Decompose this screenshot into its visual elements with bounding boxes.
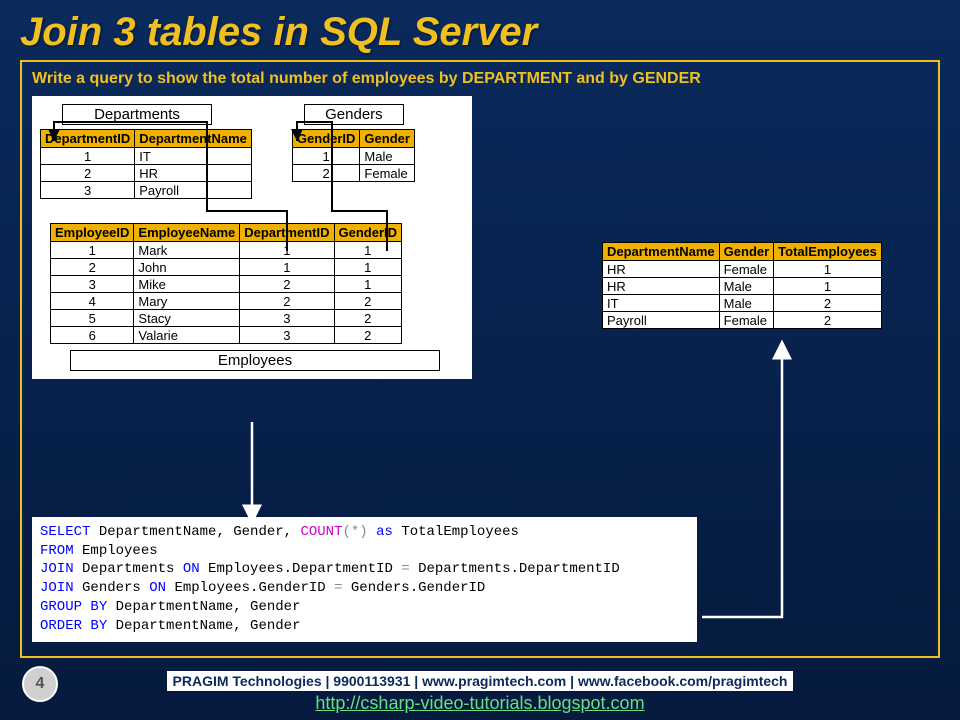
col-header: DepartmentName — [603, 243, 720, 261]
col-header: EmployeeName — [134, 224, 240, 242]
table-row: 3Mike21 — [51, 276, 402, 293]
departments-label: Departments — [62, 104, 212, 125]
col-header: GenderID — [334, 224, 402, 242]
table-row: 3Payroll — [41, 182, 252, 199]
page-title: Join 3 tables in SQL Server — [0, 0, 960, 60]
table-row: PayrollFemale2 — [603, 312, 882, 329]
content-frame: Write a query to show the total number o… — [20, 60, 940, 658]
table-row: 2John11 — [51, 259, 402, 276]
col-header: EmployeeID — [51, 224, 134, 242]
table-row: 6Valarie32 — [51, 327, 402, 344]
table-row: 1IT — [41, 148, 252, 165]
genders-table: GenderID Gender 1Male 2Female — [292, 129, 415, 182]
departments-table: DepartmentID DepartmentName 1IT 2HR 3Pay… — [40, 129, 252, 199]
col-header: Gender — [719, 243, 774, 261]
table-row: 2Female — [292, 165, 414, 182]
col-header: DepartmentID — [240, 224, 334, 242]
col-header: DepartmentName — [135, 130, 252, 148]
footer-link[interactable]: http://csharp-video-tutorials.blogspot.c… — [0, 693, 960, 714]
table-row: 2HR — [41, 165, 252, 182]
schema-diagram: Departments DepartmentID DepartmentName … — [32, 96, 472, 379]
footer: PRAGIM Technologies | 9900113931 | www.p… — [0, 671, 960, 714]
genders-label: Genders — [304, 104, 404, 125]
footer-bar: PRAGIM Technologies | 9900113931 | www.p… — [167, 671, 794, 691]
table-row: 1Male — [292, 148, 414, 165]
col-header: DepartmentID — [41, 130, 135, 148]
table-row: HRMale1 — [603, 278, 882, 295]
employees-table: EmployeeID EmployeeName DepartmentID Gen… — [50, 223, 402, 344]
sql-query: SELECT DepartmentName, Gender, COUNT(*) … — [32, 517, 697, 642]
table-row: 5Stacy32 — [51, 310, 402, 327]
subtitle: Write a query to show the total number o… — [32, 70, 928, 88]
table-row: ITMale2 — [603, 295, 882, 312]
col-header: Gender — [360, 130, 415, 148]
table-row: 4Mary22 — [51, 293, 402, 310]
result-table: DepartmentName Gender TotalEmployees HRF… — [602, 242, 882, 329]
employees-label: Employees — [70, 350, 440, 371]
col-header: GenderID — [292, 130, 360, 148]
table-row: HRFemale1 — [603, 261, 882, 278]
table-row: 1Mark11 — [51, 242, 402, 259]
col-header: TotalEmployees — [774, 243, 882, 261]
